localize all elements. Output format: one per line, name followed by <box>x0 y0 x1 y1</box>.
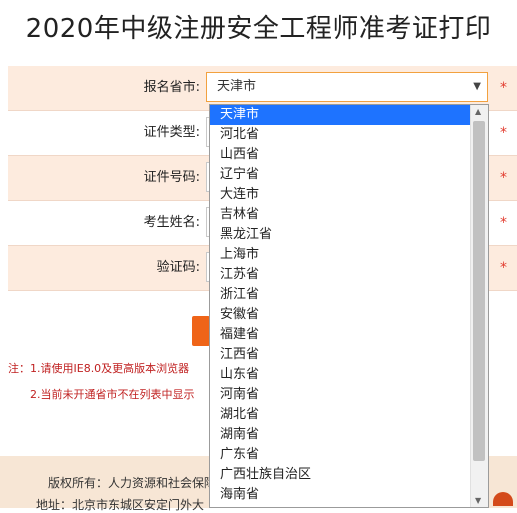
dropdown-option[interactable]: 河南省 <box>210 385 472 405</box>
dropdown-option[interactable]: 大连市 <box>210 185 472 205</box>
scroll-down-icon[interactable]: ▼ <box>475 496 481 505</box>
id-number-label: 证件号码: <box>143 170 200 185</box>
scroll-up-icon[interactable]: ▲ <box>475 107 481 116</box>
footer-copyright: 版权所有：人力资源和社会保障 <box>48 476 217 490</box>
footer-address: 地址：北京市东城区安定门外大 <box>36 498 205 512</box>
dropdown-option[interactable]: 湖南省 <box>210 425 472 445</box>
province-label: 报名省市: <box>143 80 200 95</box>
dropdown-option[interactable]: 吉林省 <box>210 205 472 225</box>
dropdown-option[interactable]: 辽宁省 <box>210 165 472 185</box>
id-type-label: 证件类型: <box>143 125 200 140</box>
dropdown-option[interactable]: 江苏省 <box>210 265 472 285</box>
required-mark: * <box>500 170 507 186</box>
dropdown-option[interactable]: 山东省 <box>210 365 472 385</box>
note-line-2: 2.当前未开通省市不在列表中显示 <box>30 388 195 401</box>
emblem-icon <box>493 492 513 506</box>
dropdown-option[interactable]: 湖北省 <box>210 405 472 425</box>
province-dropdown-list[interactable]: 天津市 河北省 山西省 辽宁省 大连市 吉林省 黑龙江省 上海市 江苏省 浙江省 安徽省 福建省 江西省… <box>209 104 489 508</box>
dropdown-option[interactable]: 海南省 <box>210 485 472 505</box>
dropdown-options: 天津市 河北省 山西省 辽宁省 大连市 吉林省 黑龙江省 上海市 江苏省 浙江省 安徽省 福建省 江西省… <box>210 105 488 505</box>
dropdown-option[interactable]: 浙江省 <box>210 285 472 305</box>
dropdown-option[interactable]: 福建省 <box>210 325 472 345</box>
scrollbar-thumb[interactable] <box>473 121 485 461</box>
dropdown-option[interactable]: 广东省 <box>210 445 472 465</box>
required-mark: * <box>500 215 507 231</box>
required-mark: * <box>500 260 507 276</box>
note-line-1: 注：1.请使用IE8.0及更高版本浏览器 <box>8 362 190 375</box>
dropdown-option[interactable]: 河北省 <box>210 125 472 145</box>
dropdown-option[interactable]: 天津市 <box>210 105 472 125</box>
submit-button[interactable] <box>192 316 210 346</box>
name-label: 考生姓名: <box>143 215 200 230</box>
captcha-label: 验证码: <box>156 260 200 275</box>
dropdown-option[interactable]: 黑龙江省 <box>210 225 472 245</box>
notes: 注：1.请使用IE8.0及更高版本浏览器 2.当前未开通省市不在列表中显示 <box>8 356 195 408</box>
chevron-down-icon: ▼ <box>473 81 481 92</box>
province-select-value: 天津市 <box>217 79 257 94</box>
dropdown-scrollbar[interactable]: ▲ ▼ <box>470 105 488 507</box>
dropdown-option[interactable]: 安徽省 <box>210 305 472 325</box>
page-title: 2020年中级注册安全工程师准考证打印 <box>25 14 492 44</box>
province-select[interactable]: 天津市 ▼ <box>206 72 488 102</box>
dropdown-option[interactable]: 江西省 <box>210 345 472 365</box>
dropdown-option[interactable]: 上海市 <box>210 245 472 265</box>
required-mark: * <box>500 125 507 141</box>
dropdown-option[interactable]: 山西省 <box>210 145 472 165</box>
required-mark: * <box>500 80 507 96</box>
dropdown-option[interactable]: 广西壮族自治区 <box>210 465 472 485</box>
